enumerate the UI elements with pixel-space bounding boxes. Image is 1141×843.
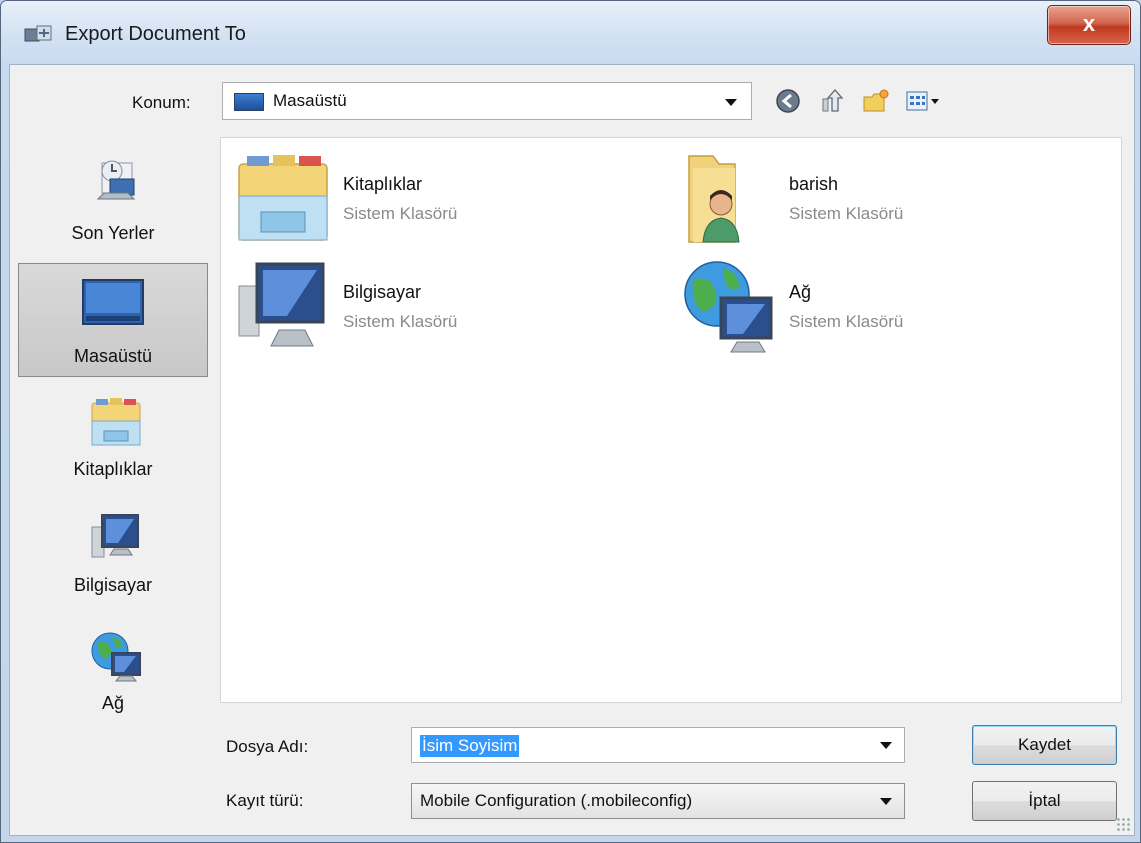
place-label: Kitaplıklar (73, 459, 153, 479)
file-list[interactable]: Kitaplıklar Sistem Klasörü barish Sistem… (220, 137, 1122, 703)
chevron-down-icon[interactable] (880, 798, 892, 805)
item-type: Sistem Klasörü (343, 204, 458, 223)
computer-icon (238, 262, 325, 347)
user-folder-icon (688, 155, 740, 243)
item-name: Bilgisayar (343, 282, 422, 302)
filename-field[interactable]: İsim Soyisim (411, 727, 905, 763)
up-folder-icon[interactable] (818, 87, 846, 115)
place-libraries[interactable]: Kitaplıklar (18, 391, 208, 493)
filetype-select[interactable]: Mobile Configuration (.mobileconfig) (411, 783, 905, 819)
chevron-down-icon[interactable] (725, 99, 737, 106)
place-computer[interactable]: Bilgisayar (18, 509, 208, 609)
title-bar[interactable]: Export Document To x (1, 1, 1140, 63)
place-label: Bilgisayar (73, 575, 153, 595)
chevron-down-icon[interactable] (880, 742, 892, 749)
place-desktop[interactable]: Masaüstü (18, 263, 208, 377)
resize-grip[interactable] (1116, 817, 1130, 831)
list-item[interactable]: Bilgisayar Sistem Klasörü (233, 258, 663, 358)
dialog-window: Export Document To x Konum: Masaüstü Son… (0, 0, 1141, 843)
place-label: Son Yerler (71, 223, 155, 243)
back-icon[interactable] (774, 87, 802, 115)
place-network[interactable]: Ağ (18, 627, 208, 727)
place-label: Ağ (101, 693, 125, 713)
item-name: barish (789, 174, 839, 194)
item-type: Sistem Klasörü (789, 204, 904, 223)
recent-places-icon (96, 160, 136, 200)
list-item[interactable]: Ağ Sistem Klasörü (679, 258, 1109, 358)
desktop-icon (82, 279, 144, 325)
location-combobox[interactable]: Masaüstü (222, 82, 752, 120)
network-icon (684, 261, 773, 353)
desktop-icon (234, 93, 264, 111)
item-name: Kitaplıklar (343, 174, 423, 194)
filename-label: Dosya Adı: (226, 737, 309, 756)
location-label: Konum: (132, 93, 191, 112)
computer-icon (91, 514, 139, 558)
list-item[interactable]: barish Sistem Klasörü (679, 150, 1109, 250)
item-type: Sistem Klasörü (343, 312, 458, 331)
libraries-icon (238, 155, 328, 241)
filename-value: İsim Soyisim (420, 735, 520, 757)
close-button[interactable]: x (1047, 5, 1131, 45)
places-bar: Son Yerler Masaüstü Kitaplıklar Bilgisay… (18, 137, 216, 777)
window-title: Export Document To (65, 23, 246, 45)
view-menu-icon[interactable] (904, 87, 944, 115)
export-document-icon (24, 25, 52, 42)
list-item[interactable]: Kitaplıklar Sistem Klasörü (233, 150, 663, 250)
new-folder-icon[interactable] (862, 87, 890, 115)
item-name: Ağ (789, 282, 812, 302)
network-icon (91, 632, 141, 682)
location-value: Masaüstü (273, 91, 347, 110)
dialog-client-area: Konum: Masaüstü Son Yerler Masaüstü Kita… (9, 64, 1135, 836)
filetype-value: Mobile Configuration (.mobileconfig) (420, 791, 693, 810)
libraries-icon (91, 398, 141, 446)
save-button[interactable]: Kaydet (972, 725, 1117, 765)
place-label: Masaüstü (73, 346, 153, 366)
filetype-label: Kayıt türü: (226, 791, 304, 810)
cancel-button[interactable]: İptal (972, 781, 1117, 821)
place-recent[interactable]: Son Yerler (18, 145, 208, 253)
item-type: Sistem Klasörü (789, 312, 904, 331)
